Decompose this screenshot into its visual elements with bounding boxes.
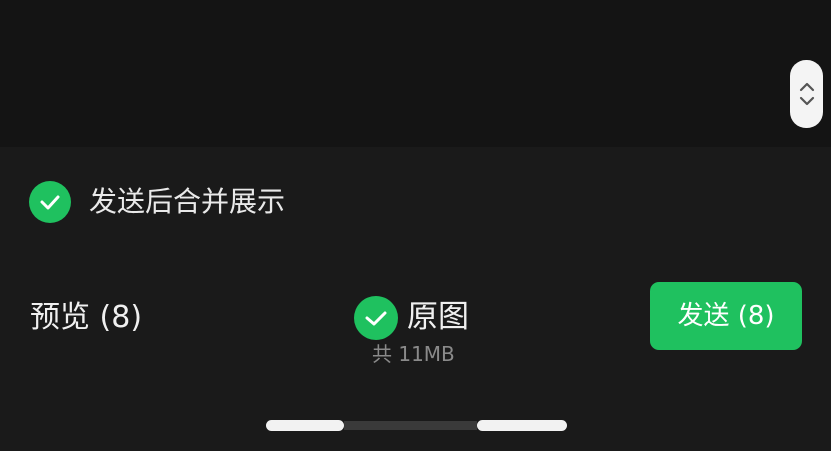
home-indicator-right (477, 420, 567, 431)
preview-button[interactable]: 预览 (8) (30, 297, 142, 339)
merge-display-label[interactable]: 发送后合并展示 (89, 182, 285, 222)
send-options-panel: 发送后合并展示 预览 (8) 原图 共 11MB 发送 (8) (0, 147, 831, 451)
merge-checkbox[interactable] (29, 181, 71, 223)
checkmark-icon (365, 311, 387, 326)
image-viewer-area (0, 0, 831, 147)
original-image-label[interactable]: 原图 (407, 296, 469, 338)
checkmark-icon (40, 195, 60, 210)
chevron-up-icon (799, 82, 814, 92)
screen: 发送后合并展示 预览 (8) 原图 共 11MB 发送 (8) (0, 0, 831, 451)
home-indicator-left (266, 420, 344, 431)
scroll-handle[interactable] (790, 60, 823, 128)
total-size-label: 共 11MB (372, 342, 455, 366)
home-indicator-overlay (344, 421, 477, 430)
original-image-checkbox[interactable] (354, 296, 398, 340)
send-button[interactable]: 发送 (8) (650, 282, 802, 350)
chevron-down-icon (799, 96, 814, 106)
